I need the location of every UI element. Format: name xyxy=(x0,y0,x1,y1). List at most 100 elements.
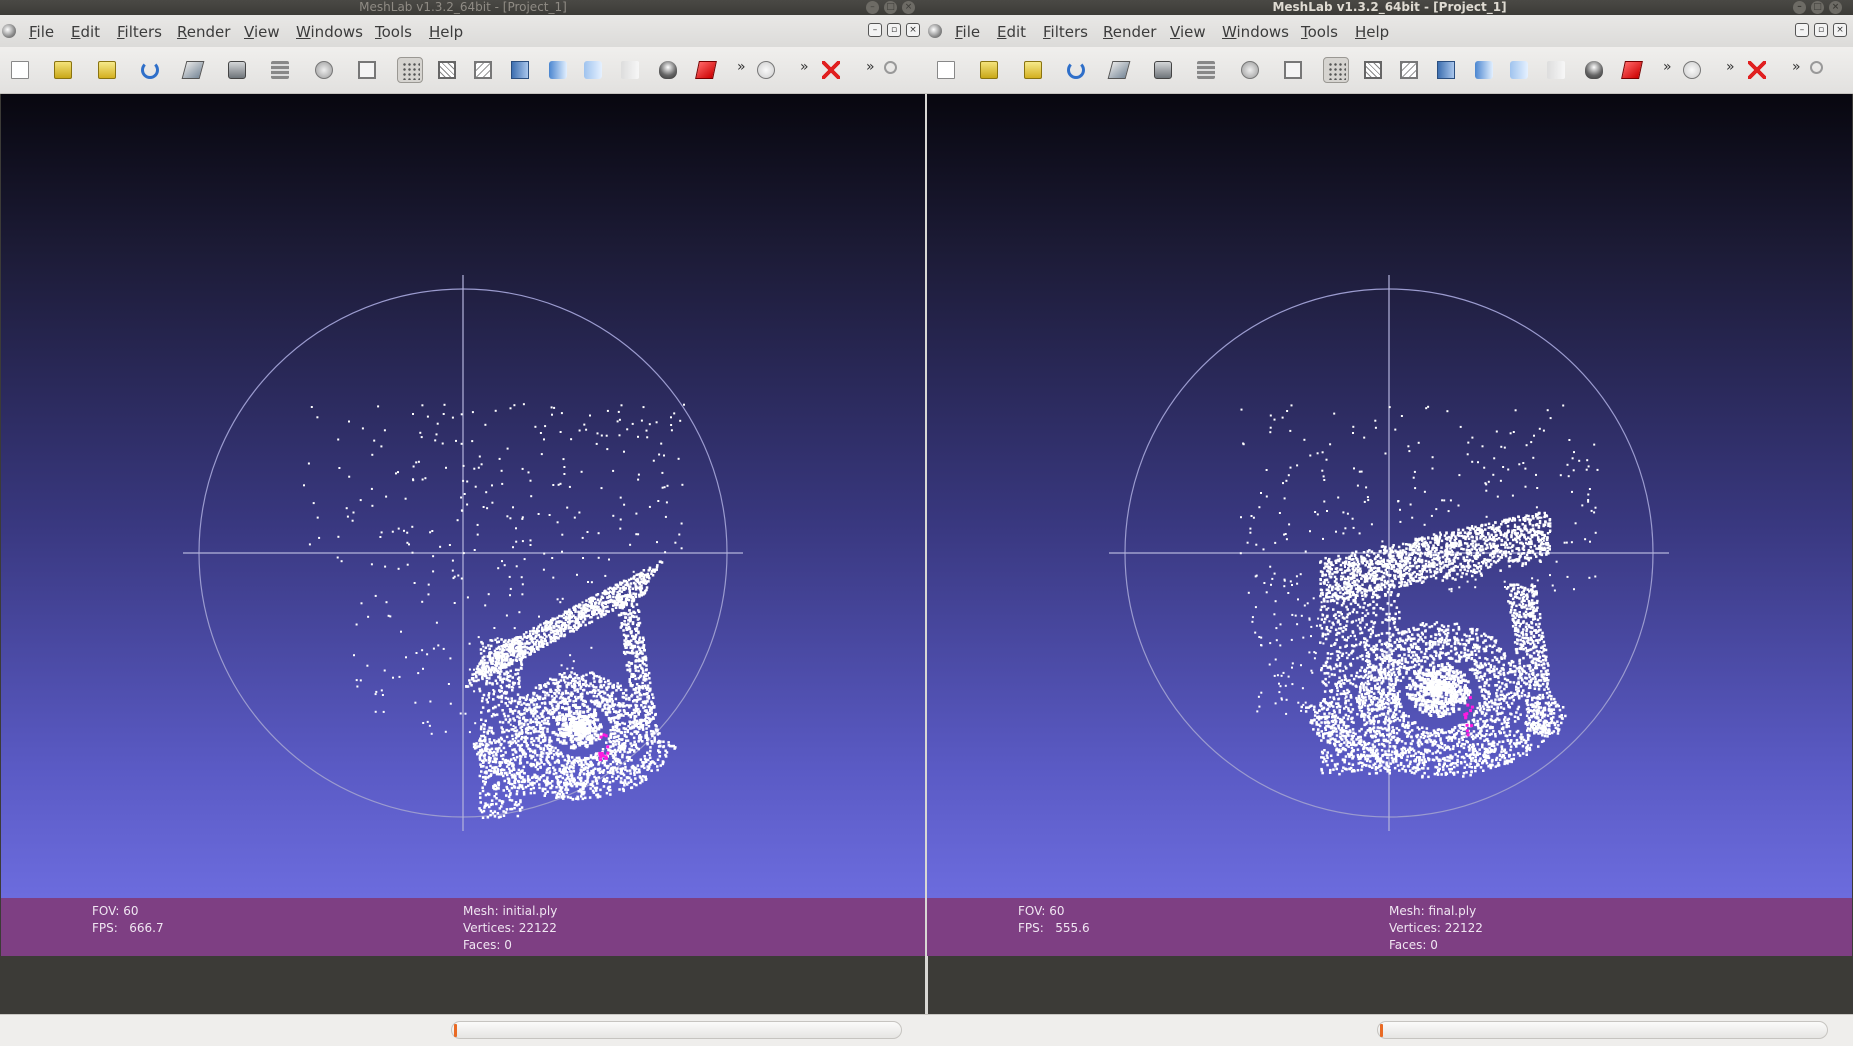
reload-button[interactable] xyxy=(1063,57,1089,83)
app-menu-icon[interactable] xyxy=(2,24,16,38)
wireframe-button[interactable] xyxy=(1360,57,1386,83)
menu-windows[interactable]: Windows xyxy=(296,23,363,41)
menu-file[interactable]: File xyxy=(29,23,54,41)
hidden-lines-button[interactable] xyxy=(1396,57,1422,83)
double-light-button[interactable] xyxy=(693,57,719,83)
info-panel: FOV: 60 FPS: 666.7 Mesh: initial.ply Ver… xyxy=(1,898,925,956)
maximize-icon[interactable]: □ xyxy=(1811,1,1824,14)
progress-slider[interactable] xyxy=(1377,1021,1828,1039)
app-menu-icon[interactable] xyxy=(928,24,942,38)
menu-help[interactable]: Help xyxy=(429,23,463,41)
point-cloud-scene[interactable] xyxy=(1,94,925,956)
menu-edit[interactable]: Edit xyxy=(71,23,100,41)
face-count: Faces: 0 xyxy=(1389,938,1438,952)
menu-render[interactable]: Render xyxy=(177,23,230,41)
meshlab-window-right: MeshLab v1.3.2_64bit - [Project_1] – □ ×… xyxy=(926,0,1853,1046)
menu-file[interactable]: File xyxy=(955,23,980,41)
globe-bbox-button[interactable] xyxy=(1237,57,1263,83)
save-snapshot-button[interactable] xyxy=(180,57,206,83)
open-folder-button[interactable] xyxy=(976,57,1002,83)
wireframe-icon xyxy=(1364,61,1382,79)
delete-button[interactable] xyxy=(1744,57,1770,83)
mdi-restore-icon[interactable]: ▫ xyxy=(887,23,901,37)
menu-filters[interactable]: Filters xyxy=(1043,23,1088,41)
overflow-chevron-icon[interactable]: » xyxy=(1726,59,1735,75)
light-button[interactable] xyxy=(1581,57,1607,83)
open-project-button[interactable] xyxy=(94,57,120,83)
point-cloud-scene[interactable] xyxy=(927,94,1852,956)
overflow-chevron-icon[interactable]: » xyxy=(1792,59,1801,75)
menu-view[interactable]: View xyxy=(244,23,280,41)
double-light-button[interactable] xyxy=(1619,57,1645,83)
zoom-button[interactable] xyxy=(880,57,906,83)
menu-filters[interactable]: Filters xyxy=(117,23,162,41)
camera-button[interactable] xyxy=(1150,57,1176,83)
fov-readout: FOV: 60 xyxy=(1018,904,1065,918)
box-button[interactable] xyxy=(1280,57,1306,83)
hidden-lines-button[interactable] xyxy=(470,57,496,83)
mdi-minimize-icon[interactable]: – xyxy=(1795,23,1809,37)
trackball-icon xyxy=(757,61,775,79)
point-cloud xyxy=(1239,404,1599,779)
overflow-chevron-icon[interactable]: » xyxy=(737,59,746,75)
mdi-close-icon[interactable]: × xyxy=(1833,23,1847,37)
minimize-icon[interactable]: – xyxy=(1793,1,1806,14)
progress-slider-handle[interactable] xyxy=(1380,1024,1383,1037)
window-titlebar[interactable]: MeshLab v1.3.2_64bit - [Project_1] – □ × xyxy=(926,0,1853,15)
camera-button[interactable] xyxy=(224,57,250,83)
reload-button[interactable] xyxy=(137,57,163,83)
new-document-button[interactable] xyxy=(7,57,33,83)
vertex-color-button[interactable] xyxy=(1506,57,1532,83)
window-titlebar[interactable]: MeshLab v1.3.2_64bit - [Project_1] – □ × xyxy=(0,0,926,15)
trackball-button[interactable] xyxy=(753,57,779,83)
flat-shading-button[interactable] xyxy=(1433,57,1459,83)
zoom-icon xyxy=(1810,61,1823,74)
texture-button[interactable] xyxy=(617,57,643,83)
trackball-button[interactable] xyxy=(1679,57,1705,83)
zoom-icon xyxy=(884,61,897,74)
overflow-chevron-icon[interactable]: » xyxy=(866,59,875,75)
delete-button[interactable] xyxy=(818,57,844,83)
layers-button[interactable] xyxy=(267,57,293,83)
open-project-button[interactable] xyxy=(1020,57,1046,83)
mdi-minimize-icon[interactable]: – xyxy=(868,23,882,37)
menu-render[interactable]: Render xyxy=(1103,23,1156,41)
wireframe-button[interactable] xyxy=(434,57,460,83)
close-icon[interactable]: × xyxy=(902,1,915,14)
fps-readout: FPS: 666.7 xyxy=(92,921,164,935)
globe-bbox-button[interactable] xyxy=(311,57,337,83)
open-folder-button[interactable] xyxy=(50,57,76,83)
3d-viewport[interactable]: FOV: 60 FPS: 666.7 Mesh: initial.ply Ver… xyxy=(1,94,925,956)
mdi-close-icon[interactable]: × xyxy=(906,23,920,37)
progress-slider[interactable] xyxy=(451,1021,902,1039)
hidden-lines-icon xyxy=(1400,61,1418,79)
points-button[interactable] xyxy=(1323,57,1349,83)
menu-tools[interactable]: Tools xyxy=(1301,23,1338,41)
progress-slider-handle[interactable] xyxy=(454,1024,457,1037)
texture-button[interactable] xyxy=(1543,57,1569,83)
smooth-shading-button[interactable] xyxy=(1471,57,1497,83)
close-icon[interactable]: × xyxy=(1829,1,1842,14)
layers-button[interactable] xyxy=(1193,57,1219,83)
overflow-chevron-icon[interactable]: » xyxy=(800,59,809,75)
light-button[interactable] xyxy=(655,57,681,83)
minimize-icon[interactable]: – xyxy=(866,1,879,14)
3d-viewport[interactable]: FOV: 60 FPS: 555.6 Mesh: final.ply Verti… xyxy=(927,94,1852,956)
menu-view[interactable]: View xyxy=(1170,23,1206,41)
menu-help[interactable]: Help xyxy=(1355,23,1389,41)
save-snapshot-button[interactable] xyxy=(1106,57,1132,83)
zoom-button[interactable] xyxy=(1806,57,1832,83)
menu-windows[interactable]: Windows xyxy=(1222,23,1289,41)
vertex-color-button[interactable] xyxy=(580,57,606,83)
smooth-shading-icon xyxy=(1475,61,1493,79)
menu-edit[interactable]: Edit xyxy=(997,23,1026,41)
overflow-chevron-icon[interactable]: » xyxy=(1663,59,1672,75)
new-document-button[interactable] xyxy=(933,57,959,83)
flat-shading-button[interactable] xyxy=(507,57,533,83)
box-button[interactable] xyxy=(354,57,380,83)
menu-tools[interactable]: Tools xyxy=(375,23,412,41)
smooth-shading-button[interactable] xyxy=(545,57,571,83)
mdi-restore-icon[interactable]: ▫ xyxy=(1814,23,1828,37)
maximize-icon[interactable]: □ xyxy=(884,1,897,14)
points-button[interactable] xyxy=(397,57,423,83)
